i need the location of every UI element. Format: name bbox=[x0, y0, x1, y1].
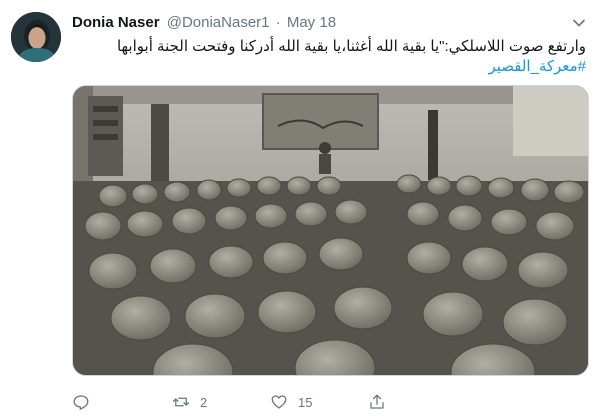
author-handle[interactable]: @DoniaNaser1 bbox=[167, 14, 270, 31]
tweet-image[interactable] bbox=[72, 85, 589, 376]
share-icon bbox=[370, 394, 384, 409]
tweet-text: وارتفع صوت اللاسلكي:"يا بقية الله أغثنا،… bbox=[72, 37, 586, 77]
retweet-button[interactable]: 2 bbox=[172, 392, 207, 412]
chevron-down-icon[interactable] bbox=[572, 16, 586, 30]
retweet-icon bbox=[172, 397, 190, 407]
reply-icon bbox=[73, 395, 89, 410]
tweet-text-line: وارتفع صوت اللاسلكي:"يا بقية الله أغثنا،… bbox=[116, 38, 586, 55]
heart-icon bbox=[271, 395, 287, 409]
soldiers-in-hall-photo bbox=[73, 86, 588, 375]
tweet-date[interactable]: May 18 bbox=[287, 14, 336, 31]
like-count: 15 bbox=[298, 394, 313, 410]
author-name[interactable]: Donia Naser bbox=[72, 14, 160, 31]
hashtag-link[interactable]: #معركة_القصير bbox=[72, 57, 586, 77]
share-button[interactable] bbox=[368, 392, 386, 412]
tweet-actions: 2 15 bbox=[72, 392, 532, 412]
tweet[interactable]: Donia Naser @DoniaNaser1 · May 18 وارتفع… bbox=[0, 0, 600, 416]
separator: · bbox=[275, 14, 281, 31]
tweet-header: Donia Naser @DoniaNaser1 · May 18 bbox=[72, 13, 570, 33]
reply-button[interactable] bbox=[72, 392, 100, 412]
like-button[interactable]: 15 bbox=[270, 392, 312, 412]
retweet-count: 2 bbox=[200, 394, 208, 410]
avatar[interactable] bbox=[11, 12, 61, 62]
